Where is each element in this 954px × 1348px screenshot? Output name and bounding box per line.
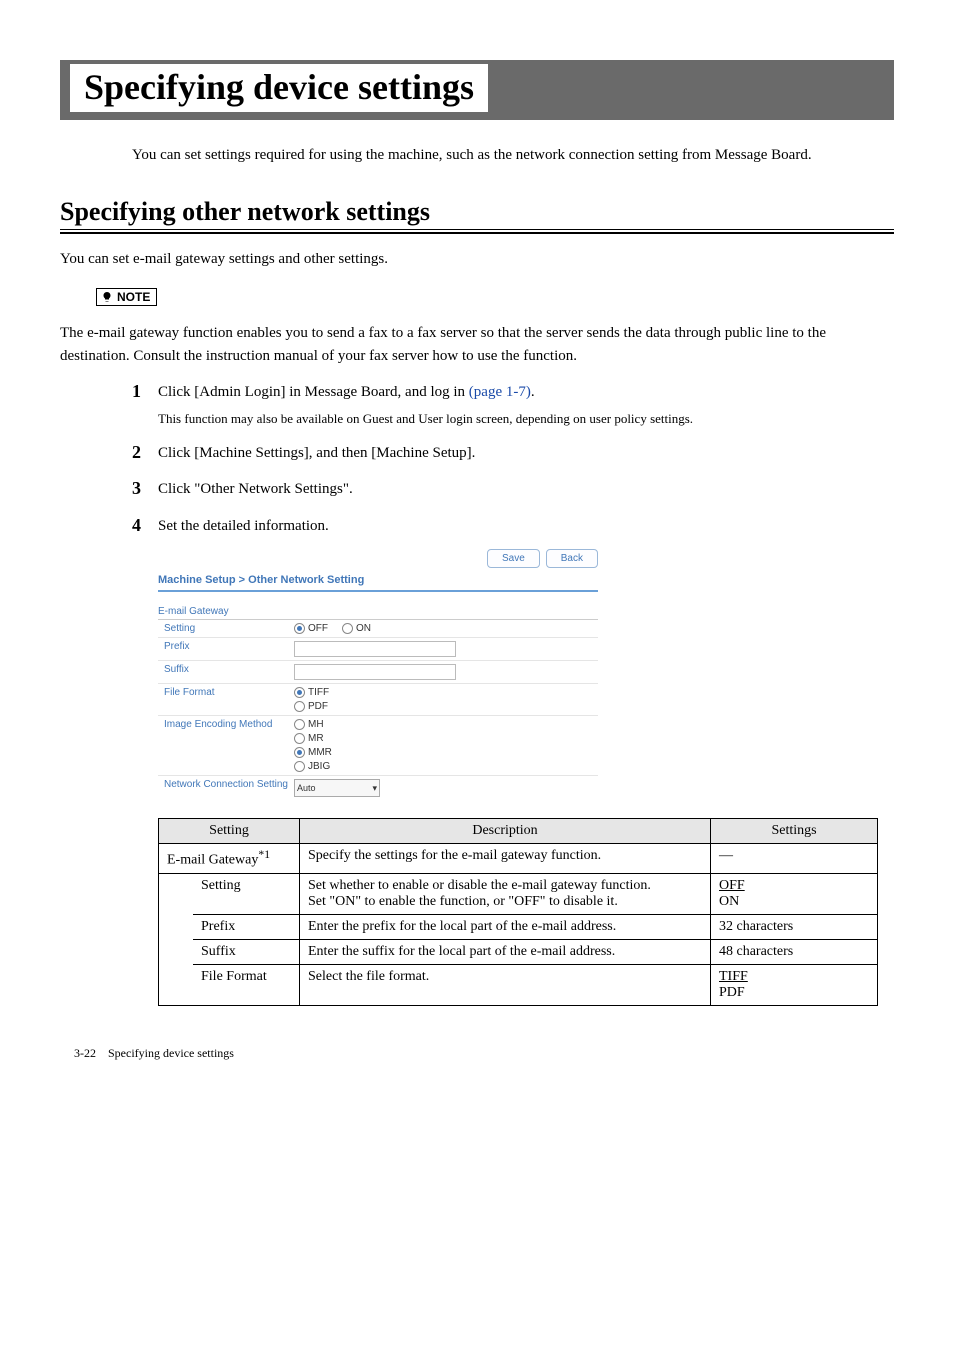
divider <box>158 590 598 592</box>
step-2: 2 Click [Machine Settings], and then [Ma… <box>132 442 894 465</box>
note-text: The e-mail gateway function enables you … <box>60 322 894 367</box>
page-footer: 3-22 Specifying device settings <box>60 1046 894 1061</box>
step-3: 3 Click "Other Network Settings". <box>132 478 894 501</box>
lightbulb-icon <box>101 291 113 303</box>
page-title: Specifying device settings <box>70 64 488 112</box>
th-settings: Settings <box>711 819 878 844</box>
radio-dot-icon <box>294 687 305 698</box>
cell-desc: Specify the settings for the e-mail gate… <box>300 844 711 874</box>
radio-pdf[interactable]: PDF <box>294 701 598 712</box>
chevron-down-icon: ▾ <box>372 783 377 794</box>
description-table: Setting Description Settings E-mail Gate… <box>158 818 878 1006</box>
encoding-label: Image Encoding Method <box>158 719 294 730</box>
file-format-row: File Format TIFF PDF <box>158 684 598 716</box>
radio-dot-icon <box>294 761 305 772</box>
breadcrumb: Machine Setup > Other Network Setting <box>158 574 598 586</box>
cell-settings: 48 characters <box>711 939 878 964</box>
cell-name: Setting <box>193 873 300 914</box>
network-connection-row: Network Connection Setting Auto ▾ <box>158 776 598 800</box>
table-row: Prefix Enter the prefix for the local pa… <box>159 914 878 939</box>
section-intro: You can set e-mail gateway settings and … <box>60 248 894 271</box>
prefix-label: Prefix <box>158 641 294 652</box>
page-title-bar: Specifying device settings <box>60 60 894 120</box>
cell-name: Prefix <box>193 914 300 939</box>
radio-on[interactable]: ON <box>342 623 371 634</box>
suffix-input[interactable] <box>294 664 456 680</box>
cell-settings: 32 characters <box>711 914 878 939</box>
radio-mh[interactable]: MH <box>294 719 598 730</box>
suffix-label: Suffix <box>158 664 294 675</box>
step-text: Click [Machine Settings], and then [Mach… <box>158 442 475 465</box>
step-text: Click [Admin Login] in Message Board, an… <box>158 381 535 404</box>
radio-dot-icon <box>342 623 353 634</box>
cell-settings: OFFON <box>711 873 878 914</box>
setting-row: Setting OFF ON <box>158 620 598 638</box>
email-gateway-header: E-mail Gateway <box>158 604 598 620</box>
radio-tiff[interactable]: TIFF <box>294 687 598 698</box>
step-text: Click "Other Network Settings". <box>158 478 353 501</box>
net-conn-select[interactable]: Auto ▾ <box>294 779 380 797</box>
step-number: 1 <box>132 381 158 404</box>
cell-name: Suffix <box>193 939 300 964</box>
page-link[interactable]: (page 1-7) <box>469 384 531 400</box>
table-row: File Format Select the file format. TIFF… <box>159 964 878 1005</box>
encoding-row: Image Encoding Method MH MR MMR JBIG <box>158 716 598 776</box>
radio-off[interactable]: OFF <box>294 623 328 634</box>
cell-settings: — <box>711 844 878 874</box>
table-header-row: Setting Description Settings <box>159 819 878 844</box>
page-number: 3-22 <box>74 1046 96 1060</box>
section-heading: Specifying other network settings <box>60 197 894 234</box>
step-4: 4 Set the detailed information. <box>132 515 894 538</box>
th-setting: Setting <box>159 819 300 844</box>
table-row: Suffix Enter the suffix for the local pa… <box>159 939 878 964</box>
cell-indent <box>159 873 194 1005</box>
cell-desc: Select the file format. <box>300 964 711 1005</box>
table-row: Setting Set whether to enable or disable… <box>159 873 878 914</box>
radio-dot-icon <box>294 701 305 712</box>
step-number: 3 <box>132 478 158 501</box>
step-subtext: This function may also be available on G… <box>158 410 894 428</box>
cell-name: File Format <box>193 964 300 1005</box>
radio-dot-icon <box>294 747 305 758</box>
step-1: 1 Click [Admin Login] in Message Board, … <box>132 381 894 404</box>
radio-mmr[interactable]: MMR <box>294 747 598 758</box>
settings-panel: Save Back Machine Setup > Other Network … <box>158 549 598 800</box>
footer-text: Specifying device settings <box>108 1046 234 1060</box>
setting-label: Setting <box>158 623 294 634</box>
back-button[interactable]: Back <box>546 549 598 568</box>
net-conn-label: Network Connection Setting <box>158 779 294 790</box>
prefix-row: Prefix <box>158 638 598 661</box>
radio-dot-icon <box>294 719 305 730</box>
note-badge: NOTE <box>96 288 157 306</box>
cell-desc: Enter the suffix for the local part of t… <box>300 939 711 964</box>
cell-desc: Enter the prefix for the local part of t… <box>300 914 711 939</box>
step-number: 2 <box>132 442 158 465</box>
th-description: Description <box>300 819 711 844</box>
save-button[interactable]: Save <box>487 549 540 568</box>
table-row: E-mail Gateway*1 Specify the settings fo… <box>159 844 878 874</box>
file-format-label: File Format <box>158 687 294 698</box>
step-text: Set the detailed information. <box>158 515 329 538</box>
step-number: 4 <box>132 515 158 538</box>
suffix-row: Suffix <box>158 661 598 684</box>
radio-jbig[interactable]: JBIG <box>294 761 598 772</box>
prefix-input[interactable] <box>294 641 456 657</box>
radio-dot-icon <box>294 623 305 634</box>
cell-settings: TIFFPDF <box>711 964 878 1005</box>
radio-mr[interactable]: MR <box>294 733 598 744</box>
cell-desc: Set whether to enable or disable the e-m… <box>300 873 711 914</box>
cell-name: E-mail Gateway*1 <box>159 844 300 874</box>
radio-dot-icon <box>294 733 305 744</box>
note-label: NOTE <box>117 290 150 304</box>
intro-text: You can set settings required for using … <box>132 144 894 167</box>
